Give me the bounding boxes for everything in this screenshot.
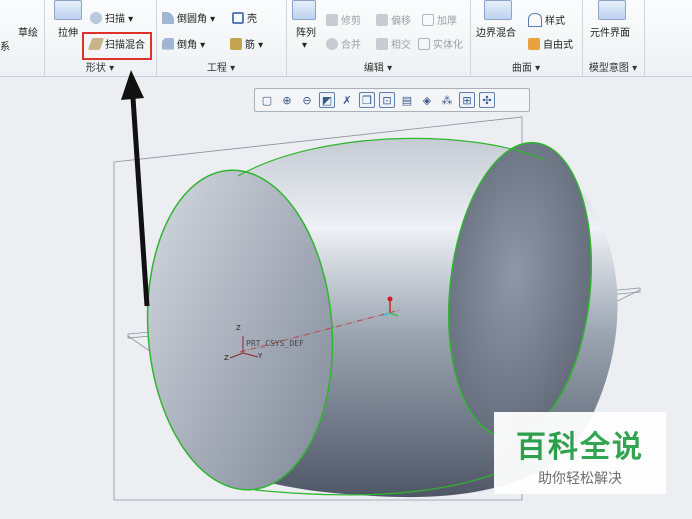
spin-center-toggle-icon[interactable]: ✗ (339, 92, 355, 108)
watermark-title: 百科全说 (516, 430, 644, 465)
zoom-out-icon[interactable]: ⊖ (299, 92, 315, 108)
axis-label-y: Y (258, 352, 263, 360)
annotation-arrow (121, 70, 150, 307)
perspective-icon[interactable]: ◈ (419, 92, 435, 108)
view-manager-icon[interactable]: ▤ (399, 92, 415, 108)
spin-center-display-icon[interactable]: ✣ (479, 92, 495, 108)
view-toolbar: ▢ ⊕ ⊖ ◩ ✗ ❒ ⊡ ▤ ◈ ⁂ ⊞ ✣ (254, 88, 530, 112)
axis-label-z: Z (236, 324, 241, 332)
refit-icon[interactable]: ▢ (259, 92, 275, 108)
axis-label-z2: Z (224, 354, 229, 362)
repaint-icon[interactable]: ◩ (319, 92, 335, 108)
zoom-in-icon[interactable]: ⊕ (279, 92, 295, 108)
display-style-icon[interactable]: ❒ (359, 92, 375, 108)
datum-display-icon[interactable]: ⊞ (459, 92, 475, 108)
saved-views-icon[interactable]: ⊡ (379, 92, 395, 108)
annotation-display-icon[interactable]: ⁂ (439, 92, 455, 108)
csys-label: PRT_CSYS_DEF (246, 339, 304, 348)
watermark: 百科全说 助你轻松解决 (494, 412, 666, 494)
watermark-subtitle: 助你轻松解决 (538, 471, 622, 487)
